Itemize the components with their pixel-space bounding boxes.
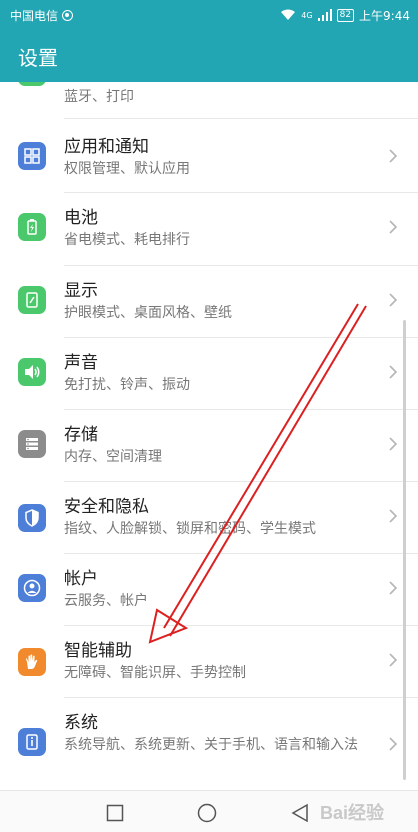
settings-item-sound[interactable]: 声音 免打扰、铃声、振动 [0, 338, 418, 408]
settings-item-title: 电池 [64, 208, 98, 228]
app-bar: 设置 [0, 30, 418, 82]
settings-item-apps[interactable]: 应用和通知 权限管理、默认应用 [0, 120, 418, 190]
chevron-right-icon [389, 365, 398, 379]
settings-item-accessibility[interactable]: 智能辅助 无障碍、智能识屏、手势控制 [0, 626, 418, 696]
clock: 上午9:44 [359, 8, 410, 23]
signal-icon [317, 9, 332, 21]
settings-item-title: 应用和通知 [64, 137, 149, 157]
settings-item-battery[interactable]: 电池 省电模式、耗电排行 [0, 193, 418, 263]
battery-icon [18, 213, 46, 241]
settings-item-subtitle: 免打扰、铃声、振动 [64, 377, 190, 393]
back-icon[interactable] [290, 803, 310, 823]
divider [64, 118, 418, 119]
recent-apps-icon[interactable] [106, 804, 124, 822]
navigation-bar: Bai经验 [0, 790, 418, 832]
display-icon [18, 286, 46, 314]
settings-item-subtitle: 无障碍、智能识屏、手势控制 [64, 665, 246, 681]
chevron-right-icon [389, 737, 398, 751]
chevron-right-icon [389, 293, 398, 307]
chevron-right-icon [389, 437, 398, 451]
settings-item-subtitle: 指纹、人脸解锁、锁屏和密码、学生模式 [64, 521, 316, 537]
wifi-icon [281, 9, 296, 20]
settings-item-system[interactable]: 系统 系统导航、系统更新、关于手机、语言和输入法 [0, 698, 418, 790]
settings-item-security[interactable]: 安全和隐私 指纹、人脸解锁、锁屏和密码、学生模式 [0, 482, 418, 552]
account-icon [18, 574, 46, 602]
settings-item-title: 显示 [64, 281, 98, 301]
settings-item-title: 安全和隐私 [64, 497, 149, 517]
bluetooth-device-icon [18, 82, 46, 86]
chevron-right-icon [389, 653, 398, 667]
watermark: Bai经验 [320, 803, 385, 823]
chevron-right-icon [389, 149, 398, 163]
scrollbar[interactable] [403, 320, 406, 780]
page-title: 设置 [18, 45, 58, 70]
speaker-icon [18, 358, 46, 386]
settings-list: 蓝牙、打印 应用和通知 权限管理、默认应用 电池 省电模式、耗电排行 显示 护眼… [0, 82, 418, 790]
shield-icon [18, 504, 46, 532]
storage-icon [18, 430, 46, 458]
settings-item-account[interactable]: 帐户 云服务、帐户 [0, 554, 418, 624]
chevron-right-icon [389, 581, 398, 595]
settings-item-subtitle: 护眼模式、桌面风格、壁纸 [64, 305, 232, 321]
settings-item-title: 系统 [64, 713, 98, 733]
settings-item-subtitle: 云服务、帐户 [64, 593, 148, 609]
system-info-icon [18, 728, 46, 756]
apps-grid-icon [18, 142, 46, 170]
chevron-right-icon [389, 220, 398, 234]
settings-item-storage[interactable]: 存储 内存、空间清理 [0, 410, 418, 480]
carrier-app-icon [62, 9, 74, 21]
settings-item-title: 智能辅助 [64, 641, 132, 661]
chevron-right-icon [389, 509, 398, 523]
settings-item-title: 存储 [64, 425, 98, 445]
carrier-label: 中国电信 [10, 8, 59, 23]
settings-item-subtitle: 省电模式、耗电排行 [64, 232, 190, 248]
settings-item-title: 声音 [64, 353, 98, 373]
settings-item-subtitle: 内存、空间清理 [64, 449, 162, 465]
settings-item-bluetooth[interactable]: 蓝牙、打印 [0, 82, 418, 116]
settings-item-subtitle: 蓝牙、打印 [64, 89, 134, 105]
status-bar: 中国电信 4G 82 上午9:44 [0, 0, 418, 30]
hand-icon [18, 648, 46, 676]
settings-item-subtitle: 权限管理、默认应用 [64, 161, 190, 177]
settings-item-title: 帐户 [64, 569, 98, 589]
settings-item-subtitle: 系统导航、系统更新、关于手机、语言和输入法 [64, 737, 358, 753]
battery-indicator: 82 [336, 8, 355, 22]
network-type: 4G [301, 10, 313, 20]
settings-item-display[interactable]: 显示 护眼模式、桌面风格、壁纸 [0, 266, 418, 336]
home-icon[interactable] [197, 803, 217, 823]
